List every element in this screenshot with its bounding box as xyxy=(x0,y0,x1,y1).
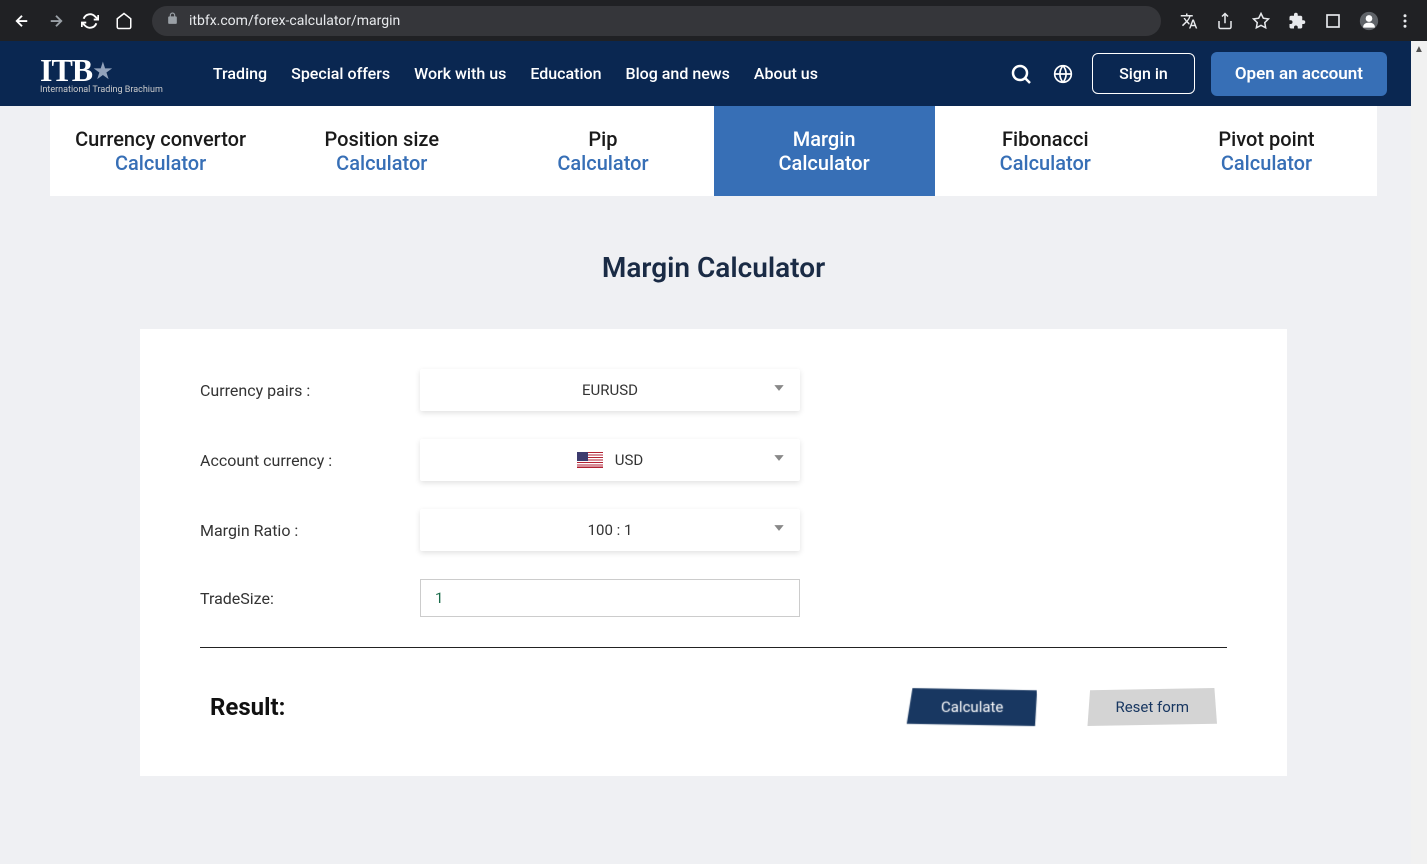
chevron-down-icon xyxy=(772,381,786,399)
open-account-button[interactable]: Open an account xyxy=(1211,52,1387,96)
main-nav: Trading Special offers Work with us Educ… xyxy=(213,64,818,83)
tab-pivot-point[interactable]: Pivot point Calculator xyxy=(1156,106,1377,196)
logo[interactable]: ITB ★ International Trading Brachium xyxy=(40,52,163,95)
scrollbar[interactable] xyxy=(1411,41,1427,864)
home-button[interactable] xyxy=(110,7,138,35)
calculator-card: Currency pairs : EURUSD Account currency… xyxy=(140,329,1287,776)
address-bar[interactable]: itbfx.com/forex-calculator/margin xyxy=(152,6,1161,36)
globe-icon[interactable] xyxy=(1050,61,1076,87)
tab-currency-convertor[interactable]: Currency convertor Calculator xyxy=(50,106,271,196)
nav-education[interactable]: Education xyxy=(530,64,601,83)
translate-icon[interactable] xyxy=(1175,7,1203,35)
nav-about-us[interactable]: About us xyxy=(754,64,818,83)
currency-pairs-select[interactable]: EURUSD xyxy=(420,369,800,411)
calculator-tabs: Currency convertor Calculator Position s… xyxy=(50,106,1377,196)
url-text: itbfx.com/forex-calculator/margin xyxy=(189,13,400,29)
usa-flag-icon xyxy=(577,452,603,468)
forward-button[interactable] xyxy=(42,7,70,35)
reload-button[interactable] xyxy=(76,7,104,35)
search-icon[interactable] xyxy=(1008,61,1034,87)
tab-pip[interactable]: Pip Calculator xyxy=(492,106,713,196)
chevron-down-icon xyxy=(772,451,786,469)
trade-size-input[interactable] xyxy=(420,579,800,617)
scrollbar-up-icon[interactable]: ▲ xyxy=(1411,41,1427,57)
margin-ratio-select[interactable]: 100 : 1 xyxy=(420,509,800,551)
menu-dots-icon[interactable] xyxy=(1391,7,1419,35)
nav-special-offers[interactable]: Special offers xyxy=(291,64,390,83)
signin-button[interactable]: Sign in xyxy=(1092,53,1195,94)
tab-position-size[interactable]: Position size Calculator xyxy=(271,106,492,196)
profile-icon[interactable] xyxy=(1355,7,1383,35)
margin-ratio-label: Margin Ratio : xyxy=(200,521,420,540)
lock-icon xyxy=(166,12,179,29)
account-currency-select[interactable]: USD xyxy=(420,439,800,481)
tab-margin[interactable]: Margin Calculator xyxy=(714,106,935,196)
chevron-down-icon xyxy=(772,521,786,539)
page-title: Margin Calculator xyxy=(0,251,1427,284)
back-button[interactable] xyxy=(8,7,36,35)
divider xyxy=(200,647,1227,648)
nav-trading[interactable]: Trading xyxy=(213,64,267,83)
account-currency-label: Account currency : xyxy=(200,451,420,470)
extensions-icon[interactable] xyxy=(1283,7,1311,35)
trade-size-label: TradeSize: xyxy=(200,589,420,608)
panel-icon[interactable] xyxy=(1319,7,1347,35)
share-icon[interactable] xyxy=(1211,7,1239,35)
nav-work-with-us[interactable]: Work with us xyxy=(414,64,506,83)
reset-button[interactable]: Reset form xyxy=(1087,688,1217,726)
page-content: ▲ ITB ★ International Trading Brachium T… xyxy=(0,41,1427,864)
nav-blog-news[interactable]: Blog and news xyxy=(626,64,730,83)
currency-pairs-label: Currency pairs : xyxy=(200,381,420,400)
bookmark-star-icon[interactable] xyxy=(1247,7,1275,35)
star-icon: ★ xyxy=(92,57,114,85)
logo-subtitle: International Trading Brachium xyxy=(40,85,163,95)
tab-fibonacci[interactable]: Fibonacci Calculator xyxy=(935,106,1156,196)
calculate-button[interactable]: Calculate xyxy=(907,688,1038,726)
logo-text: ITB xyxy=(40,52,92,89)
site-header: ITB ★ International Trading Brachium Tra… xyxy=(0,41,1427,106)
browser-toolbar: itbfx.com/forex-calculator/margin xyxy=(0,0,1427,41)
result-label: Result: xyxy=(210,693,285,721)
